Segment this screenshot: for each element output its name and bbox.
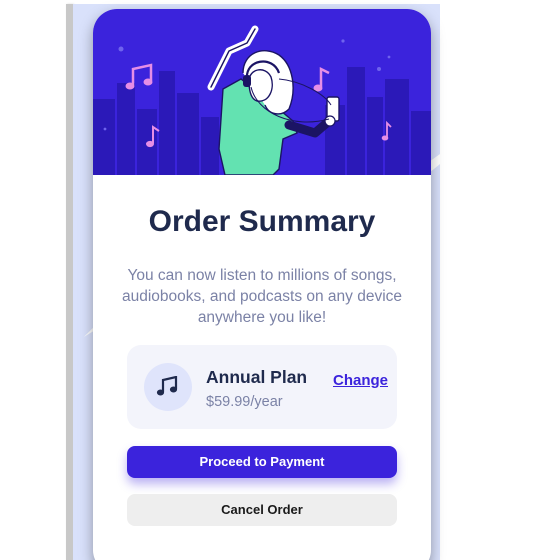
change-plan-link[interactable]: Change (333, 372, 388, 389)
cancel-order-button[interactable]: Cancel Order (127, 494, 397, 526)
music-note-icon (156, 376, 178, 396)
proceed-to-payment-button[interactable]: Proceed to Payment (127, 446, 397, 478)
summary-description: You can now listen to millions of songs,… (121, 267, 403, 326)
hero-illustration-art (93, 25, 431, 175)
window-edge (66, 4, 73, 560)
plan-price: $59.99/year (206, 394, 283, 410)
plan-icon-circle (144, 363, 192, 411)
hero-illustration (93, 9, 431, 175)
page: Order Summary You can now listen to mill… (0, 0, 534, 560)
page-title: Order Summary (148, 205, 376, 238)
plan-card: Annual Plan $59.99/year Change (127, 345, 397, 429)
order-summary-card: Order Summary You can now listen to mill… (93, 9, 431, 560)
plan-name: Annual Plan (206, 367, 308, 387)
